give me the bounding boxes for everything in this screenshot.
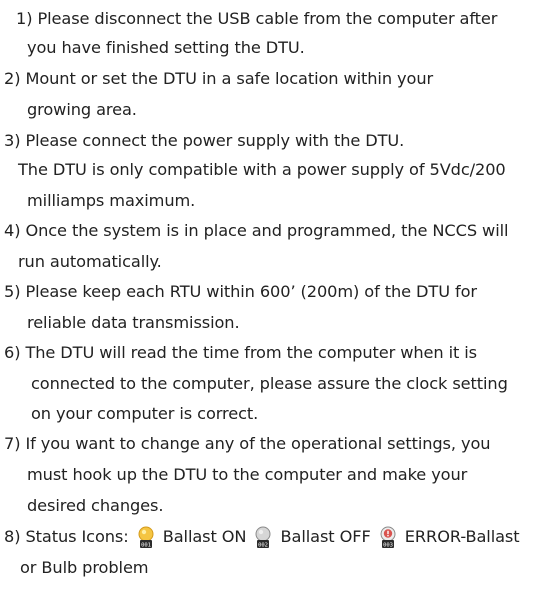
status-prefix: 8) Status Icons: [4, 527, 129, 546]
item-5-line-1: 5) Please keep each RTU within 600’ (200… [4, 282, 477, 301]
bulb-on-code: 001 [141, 543, 151, 548]
bulb-on-icon: 001 [136, 526, 156, 548]
item-2-line-2: growing area. [27, 100, 137, 119]
item-7-line-2: must hook up the DTU to the computer and… [27, 465, 468, 484]
bulb-off-icon: 002 [253, 526, 273, 548]
item-3-line-1: 3) Please connect the power supply with … [4, 131, 405, 150]
bulb-error-code: 003 [383, 543, 393, 548]
item-5-line-2: reliable data transmission. [27, 313, 240, 332]
item-7-line-3: desired changes. [27, 496, 164, 515]
bulb-error-icon: 003 [378, 526, 398, 548]
status-continuation: or Bulb problem [20, 558, 149, 577]
item-6-line-2: connected to the computer, please assure… [31, 374, 508, 393]
instructions-page: 1) Please disconnect the USB cable from … [0, 0, 556, 601]
item-4-line-1: 4) Once the system is in place and progr… [4, 221, 509, 240]
item-1-line-2: you have finished setting the DTU. [27, 38, 305, 57]
item-6-line-3: on your computer is correct. [31, 404, 259, 423]
error-label: ERROR-Ballast [404, 527, 520, 546]
bulb-off-code: 002 [259, 543, 269, 548]
item-6-line-1: 6) The DTU will read the time from the c… [4, 343, 477, 362]
status-icons-line: 8) Status Icons: 001 Ballast ON 002 Ball… [4, 526, 520, 548]
ballast-off-label: Ballast OFF [280, 527, 371, 546]
item-4-line-2: run automatically. [18, 252, 162, 271]
item-7-line-1: 7) If you want to change any of the oper… [4, 434, 491, 453]
item-3-line-2: The DTU is only compatible with a power … [18, 160, 506, 179]
item-1-line-1: 1) Please disconnect the USB cable from … [16, 9, 498, 28]
ballast-on-label: Ballast ON [162, 527, 247, 546]
item-2-line-1: 2) Mount or set the DTU in a safe locati… [4, 69, 434, 88]
item-3-line-3: milliamps maximum. [27, 191, 196, 210]
